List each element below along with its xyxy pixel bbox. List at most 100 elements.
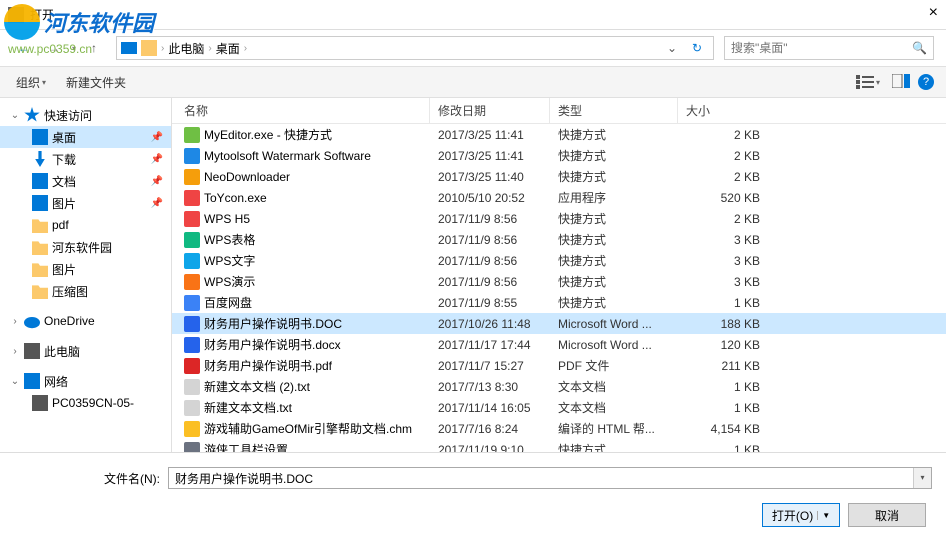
new-folder-button[interactable]: 新建文件夹 [62,72,130,93]
file-type: 文本文档 [550,378,678,395]
sidebar-pc-node[interactable]: PC0359CN-05- [0,392,171,414]
file-date: 2017/11/7 15:27 [430,359,550,373]
file-row[interactable]: 财务用户操作说明书.DOC2017/10/26 11:48Microsoft W… [172,313,946,334]
file-row[interactable]: Mytoolsoft Watermark Software2017/3/25 1… [172,145,946,166]
app-icon [8,7,24,23]
search-box[interactable]: 🔍 [724,36,934,60]
up-button[interactable]: ↑ [82,36,106,60]
file-row[interactable]: WPS文字2017/11/9 8:56快捷方式3 KB [172,250,946,271]
file-row[interactable]: ToYcon.exe2010/5/10 20:52应用程序520 KB [172,187,946,208]
sidebar-item-label: pdf [52,218,69,232]
file-row[interactable]: 百度网盘2017/11/9 8:55快捷方式1 KB [172,292,946,313]
sidebar-onedrive[interactable]: ›OneDrive [0,310,171,332]
sidebar-network[interactable]: ⌄网络 [0,370,171,392]
file-size: 211 KB [678,359,768,373]
preview-pane-button[interactable] [892,74,910,91]
file-icon [184,232,200,248]
breadcrumb[interactable]: › 此电脑 › 桌面 › ⌄ ↻ [116,36,714,60]
search-icon[interactable]: 🔍 [912,41,927,55]
refresh-button[interactable]: ↻ [685,41,709,55]
file-size: 188 KB [678,317,768,331]
sidebar-desktop[interactable]: 桌面📌 [0,126,171,148]
pc-icon [121,42,137,54]
close-button[interactable]: × [929,4,938,22]
toolbar: 组织▾ 新建文件夹 ▾ ? [0,66,946,98]
file-list-body[interactable]: MyEditor.exe - 快捷方式2017/3/25 11:41快捷方式2 … [172,124,946,452]
history-dropdown[interactable]: ▾ [72,44,76,53]
column-type[interactable]: 类型 [550,98,678,123]
sidebar-downloads[interactable]: 下载📌 [0,148,171,170]
breadcrumb-dropdown[interactable]: ⌄ [663,41,681,55]
file-icon [184,379,200,395]
file-row[interactable]: 财务用户操作说明书.pdf2017/11/7 15:27PDF 文件211 KB [172,355,946,376]
sidebar-hedong[interactable]: 河东软件园 [0,236,171,258]
file-type: 快捷方式 [550,168,678,185]
file-name: 财务用户操作说明书.DOC [204,315,342,332]
breadcrumb-item[interactable]: 此电脑 [168,40,204,57]
sidebar-item-label: 快速访问 [44,107,92,124]
desktop-icon [32,129,48,145]
sidebar-documents[interactable]: 文档📌 [0,170,171,192]
file-type: Microsoft Word ... [550,317,678,331]
folder-icon [32,261,48,277]
file-row[interactable]: MyEditor.exe - 快捷方式2017/3/25 11:41快捷方式2 … [172,124,946,145]
column-name[interactable]: 名称 [172,98,430,123]
onedrive-icon [24,313,40,329]
organize-button[interactable]: 组织▾ [12,72,50,93]
view-icon [856,75,874,89]
view-options-button[interactable]: ▾ [852,73,884,91]
sidebar-pictures2[interactable]: 图片 [0,258,171,280]
file-row[interactable]: WPS表格2017/11/9 8:56快捷方式3 KB [172,229,946,250]
file-row[interactable]: WPS演示2017/11/9 8:56快捷方式3 KB [172,271,946,292]
file-name: 新建文本文档 (2).txt [204,378,310,395]
window-title: 打开 [30,6,54,23]
filename-input[interactable] [169,468,913,488]
sidebar-item-label: 图片 [52,195,76,212]
file-date: 2017/11/9 8:56 [430,254,550,268]
file-row[interactable]: 新建文本文档 (2).txt2017/7/13 8:30文本文档1 KB [172,376,946,397]
file-name: 新建文本文档.txt [204,399,292,416]
file-row[interactable]: 新建文本文档.txt2017/11/14 16:05文本文档1 KB [172,397,946,418]
file-row[interactable]: 游戏辅助GameOfMir引擎帮助文档.chm2017/7/16 8:24编译的… [172,418,946,439]
forward-button: → [42,36,66,60]
file-size: 3 KB [678,275,768,289]
star-icon [24,107,40,123]
file-row[interactable]: WPS H52017/11/9 8:56快捷方式2 KB [172,208,946,229]
help-button[interactable]: ? [918,74,934,90]
file-row[interactable]: NeoDownloader2017/3/25 11:40快捷方式2 KB [172,166,946,187]
cancel-button[interactable]: 取消 [848,503,926,527]
file-list-header: 名称 修改日期 类型 大小 [172,98,946,124]
filename-dropdown[interactable]: ▾ [913,468,931,488]
back-button[interactable]: ← [12,36,36,60]
file-type: 快捷方式 [550,441,678,452]
open-button[interactable]: 打开(O)▼ [762,503,840,527]
file-name: Mytoolsoft Watermark Software [204,149,371,163]
file-name: WPS H5 [204,212,250,226]
column-date[interactable]: 修改日期 [430,98,550,123]
chevron-right-icon: › [208,43,211,54]
sidebar-quick-access[interactable]: ⌄快速访问 [0,104,171,126]
file-list: 名称 修改日期 类型 大小 MyEditor.exe - 快捷方式2017/3/… [172,98,946,452]
sidebar-item-label: 图片 [52,261,76,278]
sidebar-pdf[interactable]: pdf [0,214,171,236]
pc-icon [24,343,40,359]
file-icon [184,421,200,437]
search-input[interactable] [731,41,912,55]
column-size[interactable]: 大小 [678,98,788,123]
sidebar-pictures[interactable]: 图片📌 [0,192,171,214]
file-date: 2017/11/9 8:56 [430,275,550,289]
breadcrumb-item[interactable]: 桌面 [216,40,240,57]
sidebar-item-label: 下载 [52,151,76,168]
file-row[interactable]: 财务用户操作说明书.docx2017/11/17 17:44Microsoft … [172,334,946,355]
sidebar-this-pc[interactable]: ›此电脑 [0,340,171,362]
file-date: 2017/3/25 11:40 [430,170,550,184]
file-size: 2 KB [678,212,768,226]
file-size: 2 KB [678,170,768,184]
file-row[interactable]: 游侠工具栏设置2017/11/19 9:10快捷方式1 KB [172,439,946,452]
sidebar-thumbs[interactable]: 压缩图 [0,280,171,302]
filename-combo[interactable]: ▾ [168,467,932,489]
file-name: 游侠工具栏设置 [204,441,288,452]
file-size: 120 KB [678,338,768,352]
file-size: 3 KB [678,233,768,247]
file-name: 财务用户操作说明书.pdf [204,357,332,374]
